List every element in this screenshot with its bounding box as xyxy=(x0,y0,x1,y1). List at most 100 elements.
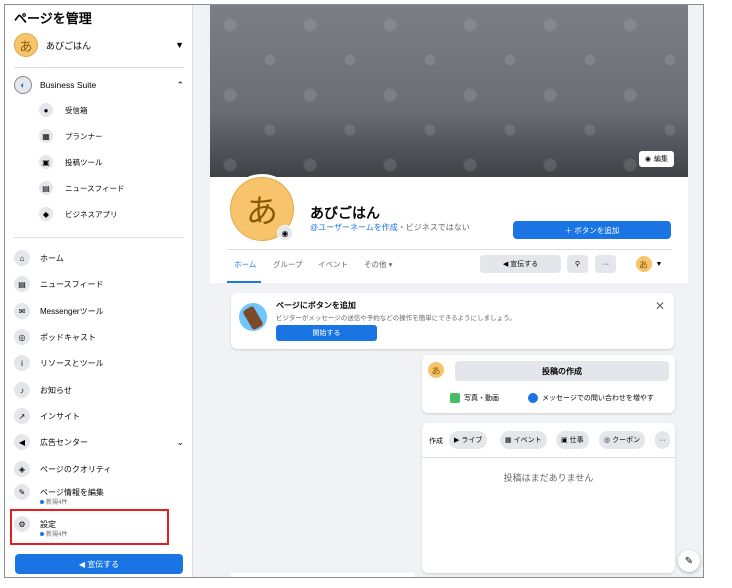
avatar: あ xyxy=(635,256,652,272)
sidebar-item-ad-center[interactable]: ◀ 広告センター ⌄ xyxy=(14,432,184,452)
sidebar-item-newsfeed[interactable]: ▤ ニュースフィード xyxy=(14,274,184,294)
create-username-link[interactable]: @ユーザーネームを作成 xyxy=(310,223,398,232)
divider xyxy=(14,67,184,68)
start-button[interactable]: 開始する xyxy=(276,325,377,341)
page-frame: ページを管理 あ あびごはん ▼ ◐ Business Suite ⌃ ● 受信… xyxy=(4,4,704,578)
search-button[interactable]: ⚲ xyxy=(567,255,588,273)
sidebar-item-podcast[interactable]: ◎ ポッドキャスト xyxy=(14,327,184,347)
megaphone-icon: ◀ xyxy=(78,559,88,569)
video-icon: ▶ xyxy=(454,437,460,444)
profile-switch-button[interactable]: あ ▼ xyxy=(632,255,666,273)
sidebar: ページを管理 あ あびごはん ▼ ◐ Business Suite ⌃ ● 受信… xyxy=(5,5,193,577)
tab-events[interactable]: イベント xyxy=(318,259,348,270)
chevron-up-icon: ⌃ xyxy=(176,79,184,90)
info-icon: i xyxy=(14,355,30,371)
edit-cover-label: 編集 xyxy=(654,156,668,163)
insights-icon: ↗ xyxy=(14,408,30,424)
create-label: 作成 xyxy=(429,438,443,445)
messenger-icon xyxy=(528,393,538,403)
job-chip[interactable]: ▣ 仕事 xyxy=(556,431,589,449)
page-avatar: あ xyxy=(14,33,38,57)
sidebar-item-resources[interactable]: i リソースとツール xyxy=(14,353,184,373)
more-options-button[interactable]: ··· xyxy=(595,255,616,273)
promote-label: 宣伝する xyxy=(510,261,539,268)
megaphone-icon: ◀ xyxy=(502,261,511,268)
create-post-button[interactable]: 投稿の作成 xyxy=(455,361,669,381)
sidebar-item-edit-page-info[interactable]: ✎ ページ情報を編集 新規4件 xyxy=(14,482,184,506)
tab-more[interactable]: その他 ▾ xyxy=(364,259,392,270)
camera-icon[interactable]: ◉ xyxy=(277,225,293,241)
briefcase-icon: ▣ xyxy=(561,437,568,444)
sidebar-item-news-feed[interactable]: ▤ ニュースフィード xyxy=(39,179,124,197)
sidebar-item-home[interactable]: ⌂ ホーム xyxy=(14,248,184,268)
main-content: ◉ 編集 あ ◉ あびごはん @ユーザーネームを作成・ビジネスではない ＋ ボタ… xyxy=(193,5,703,577)
empty-state-text: 投稿はまだありません xyxy=(503,473,594,483)
live-chip[interactable]: ▶ ライブ xyxy=(449,431,488,449)
page-title: あびごはん xyxy=(310,205,380,221)
avatar: あ xyxy=(428,362,444,378)
create-bar-card: 作成 ▶ ライブ ▦ イベント ▣ 仕事 ◎ クーポン ··· 投稿はまだありません xyxy=(422,423,675,573)
chat-icon: ● xyxy=(39,103,53,117)
sidebar-item-label: リソースとツール xyxy=(40,358,104,368)
sidebar-item-label: プランナー xyxy=(65,131,103,141)
business-suite-toggle[interactable]: ◐ Business Suite ⌃ xyxy=(14,75,184,95)
photo-video-label: 写真・動画 xyxy=(464,395,499,402)
username-line: @ユーザーネームを作成・ビジネスではない xyxy=(310,222,470,233)
sidebar-item-notifications[interactable]: ♪ お知らせ xyxy=(14,380,184,400)
sidebar-item-label: ホーム xyxy=(40,253,64,263)
close-icon[interactable]: ✕ xyxy=(655,299,665,313)
tab-groups[interactable]: グループ xyxy=(273,259,303,270)
cover-pattern xyxy=(210,5,688,177)
active-tab-indicator xyxy=(227,281,261,283)
page-selector[interactable]: あ あびごはん ▼ xyxy=(14,32,184,58)
photo-icon xyxy=(450,393,460,403)
sidebar-item-insights[interactable]: ↗ インサイト xyxy=(14,406,184,426)
sidebar-item-inbox[interactable]: ● 受信箱 xyxy=(39,101,88,119)
profile-header: あ ◉ あびごはん @ユーザーネームを作成・ビジネスではない ＋ ボタンを追加 … xyxy=(210,174,688,283)
more-icon: ··· xyxy=(659,436,666,444)
get-messages-button[interactable]: メッセージでの問い合わせを増やす xyxy=(528,393,654,403)
sidebar-item-posting-tools[interactable]: ▣ 投稿ツール xyxy=(39,153,103,171)
add-button-promo-card: ページにボタンを追加 ビジターがメッセージの送信や予約などの操作を簡単にできるよ… xyxy=(231,293,674,349)
settings-highlight-box xyxy=(10,509,169,545)
sidebar-item-page-quality[interactable]: ◈ ページのクオリティ xyxy=(14,459,184,479)
sidebar-item-label: Messengerツール xyxy=(40,306,104,316)
newsfeed-icon: ▤ xyxy=(14,276,30,292)
promo-title: ページにボタンを追加 xyxy=(276,301,356,310)
sidebar-item-label: ページのクオリティ xyxy=(40,464,112,474)
caret-down-icon: ▼ xyxy=(175,40,184,50)
camera-icon: ◉ xyxy=(644,156,651,163)
add-button-button[interactable]: ＋ ボタンを追加 xyxy=(513,221,671,239)
photo-video-button[interactable]: 写真・動画 xyxy=(450,393,499,403)
sidebar-item-label: お知らせ xyxy=(40,385,72,395)
event-chip[interactable]: ▦ イベント xyxy=(500,431,547,449)
megaphone-icon: ◀ xyxy=(14,434,30,450)
tab-home[interactable]: ホーム xyxy=(234,259,256,270)
news-icon: ▤ xyxy=(39,181,53,195)
get-messages-label: メッセージでの問い合わせを増やす xyxy=(542,395,654,402)
divider xyxy=(14,237,184,238)
business-suite-label: Business Suite xyxy=(40,80,97,90)
new-count-text: 新規4件 xyxy=(46,500,68,506)
promote-page-button[interactable]: ◀ 宣伝する xyxy=(480,255,561,273)
promote-button[interactable]: ◀ 宣伝する xyxy=(15,554,183,574)
create-post-card: あ 投稿の作成 写真・動画 メッセージでの問い合わせを増やす xyxy=(422,355,675,413)
chip-label: イベント xyxy=(513,437,542,444)
edit-cover-button[interactable]: ◉ 編集 xyxy=(638,151,674,167)
coupon-chip[interactable]: ◎ クーポン xyxy=(599,431,646,449)
compose-fab[interactable]: ✎ xyxy=(678,550,700,572)
divider xyxy=(422,457,675,458)
apps-icon: ◆ xyxy=(39,207,53,221)
feed-column-stub xyxy=(231,573,414,577)
sidebar-item-planner[interactable]: ▦ プランナー xyxy=(39,127,103,145)
sidebar-item-messenger-tools[interactable]: ✉ Messengerツール xyxy=(14,301,184,321)
sidebar-title: ページを管理 xyxy=(14,11,92,26)
sidebar-item-label: 投稿ツール xyxy=(65,157,103,167)
promote-button-label: 宣伝する xyxy=(87,559,120,569)
cover-photo: ◉ 編集 xyxy=(210,5,688,177)
chip-label: 仕事 xyxy=(569,437,584,444)
search-icon: ⚲ xyxy=(574,261,581,268)
sidebar-item-business-apps[interactable]: ◆ ビジネスアプリ xyxy=(39,205,118,223)
more-chip[interactable]: ··· xyxy=(655,431,670,449)
podcast-icon: ◎ xyxy=(14,329,30,345)
